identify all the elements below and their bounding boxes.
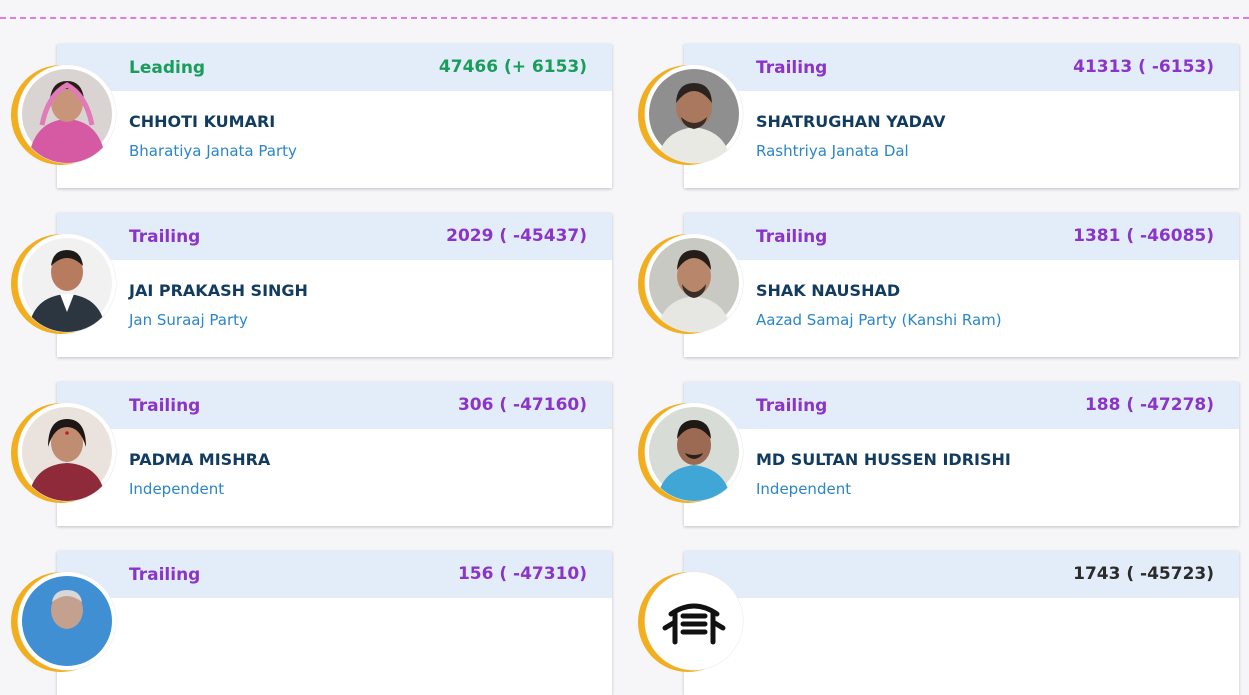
party-symbol-icon [645, 572, 743, 670]
candidate-photo [18, 572, 116, 670]
card-header: Trailing 41313 ( -6153) [684, 44, 1239, 91]
candidate-name: SHATRUGHAN YADAV [756, 112, 946, 131]
status-label: Trailing [756, 396, 828, 416]
candidate-name: CHHOTI KUMARI [129, 112, 276, 131]
candidate-card[interactable]: Trailing 1381 ( -46085) SHAK NAUSHAD Aaz… [638, 213, 1239, 357]
candidate-photo [645, 234, 743, 332]
avatar [638, 65, 743, 169]
candidate-photo [18, 234, 116, 332]
avatar [638, 234, 743, 338]
candidate-card[interactable]: Trailing 41313 ( -6153) SHATRUGHAN YADAV… [638, 44, 1239, 188]
vote-count: 156 ( -47310) [457, 564, 587, 584]
candidate-name: MD SULTAN HUSSEN IDRISHI [756, 450, 1011, 469]
vote-count: 47466 (+ 6153) [438, 57, 587, 77]
card-header: Trailing 188 ( -47278) [684, 382, 1239, 429]
card-header: Trailing 1381 ( -46085) [684, 213, 1239, 260]
candidate-party: Aazad Samaj Party (Kanshi Ram) [756, 311, 1002, 329]
vote-count: 188 ( -47278) [1084, 395, 1214, 415]
candidate-name: PADMA MISHRA [129, 450, 271, 469]
candidate-photo [645, 403, 743, 501]
vote-count: 2029 ( -45437) [446, 226, 587, 246]
candidate-photo [18, 403, 116, 501]
candidate-card[interactable]: 1743 ( -45723) [638, 551, 1239, 695]
candidate-party: Jan Suraaj Party [129, 311, 248, 329]
candidate-card[interactable]: Trailing 2029 ( -45437) JAI PRAKASH SING… [11, 213, 612, 357]
dashed-divider [0, 17, 1249, 19]
vote-count: 1743 ( -45723) [1073, 564, 1214, 584]
avatar [11, 403, 116, 507]
candidate-party: Independent [129, 480, 225, 498]
avatar [638, 403, 743, 507]
card-header: Leading 47466 (+ 6153) [57, 44, 612, 91]
status-label: Trailing [129, 396, 201, 416]
avatar [11, 65, 116, 169]
vote-count: 1381 ( -46085) [1073, 226, 1214, 246]
status-label: Trailing [756, 227, 828, 247]
avatar [11, 572, 116, 676]
candidate-name: SHAK NAUSHAD [756, 281, 901, 300]
candidate-photo [645, 65, 743, 163]
avatar [11, 234, 116, 338]
card-header: 1743 ( -45723) [684, 551, 1239, 598]
candidate-party: Bharatiya Janata Party [129, 142, 297, 160]
card-header: Trailing 156 ( -47310) [57, 551, 612, 598]
vote-count: 306 ( -47160) [457, 395, 587, 415]
vote-count: 41313 ( -6153) [1073, 57, 1214, 77]
card-header: Trailing 306 ( -47160) [57, 382, 612, 429]
avatar [638, 572, 743, 676]
candidate-card[interactable]: Leading 47466 (+ 6153) CHHOTI KUMARI Bha… [11, 44, 612, 188]
status-label: Trailing [756, 58, 828, 78]
status-label: Trailing [129, 565, 201, 585]
candidate-card[interactable]: Trailing 156 ( -47310) [11, 551, 612, 695]
candidate-card[interactable]: Trailing 188 ( -47278) MD SULTAN HUSSEN … [638, 382, 1239, 526]
candidate-party: Independent [756, 480, 852, 498]
candidate-party: Rashtriya Janata Dal [756, 142, 909, 160]
candidate-photo [18, 65, 116, 163]
candidate-card[interactable]: Trailing 306 ( -47160) PADMA MISHRA Inde… [11, 382, 612, 526]
card-header: Trailing 2029 ( -45437) [57, 213, 612, 260]
status-label: Leading [129, 58, 206, 78]
status-label: Trailing [129, 227, 201, 247]
candidate-name: JAI PRAKASH SINGH [129, 281, 308, 300]
